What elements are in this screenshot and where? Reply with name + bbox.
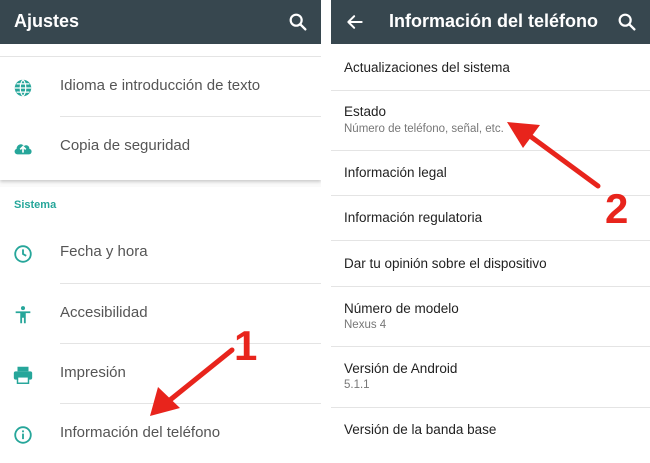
- cloud-upload-icon: [14, 144, 32, 155]
- info-item-title: Estado: [344, 104, 387, 119]
- settings-item-label: Copia de seguridad: [60, 137, 191, 154]
- search-icon[interactable]: [616, 11, 638, 33]
- settings-item-backup[interactable]: Copia de seguridad: [0, 117, 321, 177]
- info-item-regulatory[interactable]: Información regulatoria: [331, 196, 650, 240]
- info-item-subtitle: Número de teléfono, señal, etc.: [344, 123, 504, 135]
- settings-item-about-phone[interactable]: Información del teléfono: [0, 404, 321, 463]
- info-item-title: Versión de Android: [344, 361, 458, 376]
- settings-item-label: Idioma e introducción de texto: [60, 77, 261, 94]
- info-item-system-updates[interactable]: Actualizaciones del sistema: [331, 44, 650, 90]
- app-title: Ajustes: [14, 11, 80, 31]
- print-icon: [13, 366, 33, 384]
- app-bar: Ajustes: [0, 0, 321, 44]
- info-item-subtitle: Nexus 4: [344, 319, 387, 331]
- settings-group: Idioma e introducción de texto Copia de …: [0, 44, 321, 180]
- section-header: Sistema: [14, 199, 57, 211]
- info-item-title: Versión de la banda base: [344, 422, 497, 437]
- info-item-status[interactable]: Estado Número de teléfono, señal, etc.: [331, 91, 650, 150]
- settings-item-date-time[interactable]: Fecha y hora: [0, 223, 321, 283]
- settings-item-accessibility[interactable]: Accesibilidad: [0, 284, 321, 344]
- app-title: Información del teléfono: [389, 11, 599, 31]
- info-item-title: Actualizaciones del sistema: [344, 60, 510, 75]
- settings-item-label: Fecha y hora: [60, 243, 148, 260]
- search-icon[interactable]: [287, 11, 309, 33]
- annotation-step-1: 1: [234, 322, 258, 369]
- app-bar: Información del teléfono: [331, 0, 650, 44]
- info-item-subtitle: 5.1.1: [344, 379, 370, 391]
- globe-icon: [14, 79, 32, 97]
- settings-group-system: Sistema Fecha y hora Accesibilidad Impre…: [0, 187, 321, 463]
- info-item-android-version[interactable]: Versión de Android 5.1.1: [331, 347, 650, 407]
- settings-item-printing[interactable]: Impresión: [0, 344, 321, 404]
- annotation-step-2: 2: [605, 185, 629, 232]
- info-item-title: Dar tu opinión sobre el dispositivo: [344, 256, 547, 271]
- back-arrow-icon[interactable]: [345, 12, 365, 32]
- settings-item-label: Impresión: [60, 364, 126, 381]
- info-item-title: Información regulatoria: [344, 210, 483, 225]
- info-item-model-number[interactable]: Número de modelo Nexus 4: [331, 287, 650, 346]
- info-item-legal[interactable]: Información legal: [331, 151, 650, 195]
- info-item-title: Número de modelo: [344, 301, 459, 316]
- clock-icon: [14, 245, 32, 263]
- info-item-feedback[interactable]: Dar tu opinión sobre el dispositivo: [331, 241, 650, 286]
- phone-info-screen: Información del teléfono Actualizaciones…: [331, 0, 650, 463]
- info-item-baseband-version[interactable]: Versión de la banda base: [331, 408, 650, 463]
- settings-item-label: Información del teléfono: [60, 424, 221, 441]
- info-item-title: Información legal: [344, 165, 447, 180]
- accessibility-icon: [15, 306, 31, 324]
- info-icon: [14, 426, 32, 444]
- settings-item-label: Accesibilidad: [60, 304, 148, 321]
- settings-item-language[interactable]: Idioma e introducción de texto: [0, 57, 321, 117]
- settings-screen: Ajustes Idioma e introducción de texto C…: [0, 0, 321, 463]
